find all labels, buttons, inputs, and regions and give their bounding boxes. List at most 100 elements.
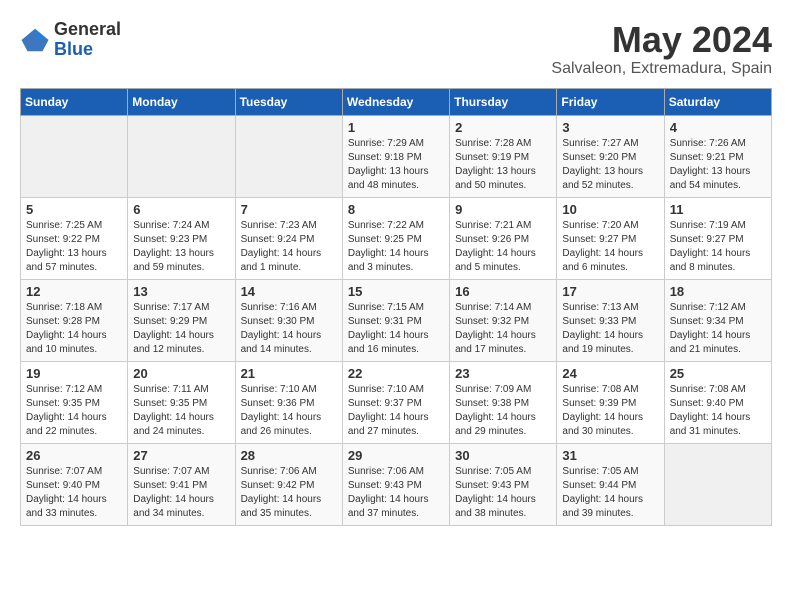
day-info: Sunrise: 7:05 AM Sunset: 9:44 PM Dayligh… xyxy=(562,466,643,519)
day-number: 27 xyxy=(133,448,229,463)
day-number: 15 xyxy=(348,284,444,299)
calendar-cell: 4 Sunrise: 7:26 AM Sunset: 9:21 PM Daylig… xyxy=(664,115,771,197)
calendar-cell: 13 Sunrise: 7:17 AM Sunset: 9:29 PM Dayli… xyxy=(128,279,235,361)
calendar-week-2: 5 Sunrise: 7:25 AM Sunset: 9:22 PM Daylig… xyxy=(21,197,772,279)
calendar-cell: 9 Sunrise: 7:21 AM Sunset: 9:26 PM Daylig… xyxy=(450,197,557,279)
calendar-body: 1 Sunrise: 7:29 AM Sunset: 9:18 PM Daylig… xyxy=(21,115,772,525)
logo-icon xyxy=(20,25,50,55)
day-number: 1 xyxy=(348,120,444,135)
calendar-cell: 22 Sunrise: 7:10 AM Sunset: 9:37 PM Dayli… xyxy=(342,361,449,443)
calendar-cell: 26 Sunrise: 7:07 AM Sunset: 9:40 PM Dayli… xyxy=(21,443,128,525)
day-info: Sunrise: 7:29 AM Sunset: 9:18 PM Dayligh… xyxy=(348,138,429,191)
calendar-cell: 1 Sunrise: 7:29 AM Sunset: 9:18 PM Daylig… xyxy=(342,115,449,197)
day-info: Sunrise: 7:14 AM Sunset: 9:32 PM Dayligh… xyxy=(455,302,536,355)
day-number: 29 xyxy=(348,448,444,463)
calendar-cell xyxy=(235,115,342,197)
column-header-sunday: Sunday xyxy=(21,88,128,115)
day-info: Sunrise: 7:17 AM Sunset: 9:29 PM Dayligh… xyxy=(133,302,214,355)
day-number: 3 xyxy=(562,120,658,135)
calendar-cell: 12 Sunrise: 7:18 AM Sunset: 9:28 PM Dayli… xyxy=(21,279,128,361)
logo-blue-text: Blue xyxy=(54,40,121,60)
day-info: Sunrise: 7:25 AM Sunset: 9:22 PM Dayligh… xyxy=(26,220,107,273)
day-info: Sunrise: 7:16 AM Sunset: 9:30 PM Dayligh… xyxy=(241,302,322,355)
day-number: 31 xyxy=(562,448,658,463)
day-info: Sunrise: 7:09 AM Sunset: 9:38 PM Dayligh… xyxy=(455,384,536,437)
day-number: 10 xyxy=(562,202,658,217)
day-info: Sunrise: 7:28 AM Sunset: 9:19 PM Dayligh… xyxy=(455,138,536,191)
day-number: 6 xyxy=(133,202,229,217)
calendar-cell: 14Sunrise: 7:16 AM Sunset: 9:30 PM Dayli… xyxy=(235,279,342,361)
calendar-cell xyxy=(21,115,128,197)
column-header-thursday: Thursday xyxy=(450,88,557,115)
calendar-cell: 5 Sunrise: 7:25 AM Sunset: 9:22 PM Daylig… xyxy=(21,197,128,279)
day-number: 2 xyxy=(455,120,551,135)
calendar-table: SundayMondayTuesdayWednesdayThursdayFrid… xyxy=(20,88,772,526)
day-number: 9 xyxy=(455,202,551,217)
calendar-cell: 27Sunrise: 7:07 AM Sunset: 9:41 PM Dayli… xyxy=(128,443,235,525)
calendar-cell: 7Sunrise: 7:23 AM Sunset: 9:24 PM Daylig… xyxy=(235,197,342,279)
day-info: Sunrise: 7:21 AM Sunset: 9:26 PM Dayligh… xyxy=(455,220,536,273)
day-number: 8 xyxy=(348,202,444,217)
day-info: Sunrise: 7:12 AM Sunset: 9:34 PM Dayligh… xyxy=(670,302,751,355)
location-title: Salvaleon, Extremadura, Spain xyxy=(551,60,772,78)
calendar-cell: 23Sunrise: 7:09 AM Sunset: 9:38 PM Dayli… xyxy=(450,361,557,443)
day-number: 21 xyxy=(241,366,337,381)
day-number: 24 xyxy=(562,366,658,381)
day-number: 13 xyxy=(133,284,229,299)
calendar-cell: 31 Sunrise: 7:05 AM Sunset: 9:44 PM Dayli… xyxy=(557,443,664,525)
day-number: 16 xyxy=(455,284,551,299)
calendar-cell: 30Sunrise: 7:05 AM Sunset: 9:43 PM Dayli… xyxy=(450,443,557,525)
calendar-cell: 19 Sunrise: 7:12 AM Sunset: 9:35 PM Dayli… xyxy=(21,361,128,443)
calendar-cell: 25Sunrise: 7:08 AM Sunset: 9:40 PM Dayli… xyxy=(664,361,771,443)
day-number: 12 xyxy=(26,284,122,299)
day-info: Sunrise: 7:13 AM Sunset: 9:33 PM Dayligh… xyxy=(562,302,643,355)
day-number: 4 xyxy=(670,120,766,135)
day-info: Sunrise: 7:15 AM Sunset: 9:31 PM Dayligh… xyxy=(348,302,429,355)
day-info: Sunrise: 7:24 AM Sunset: 9:23 PM Dayligh… xyxy=(133,220,214,273)
day-number: 26 xyxy=(26,448,122,463)
day-number: 5 xyxy=(26,202,122,217)
calendar-cell xyxy=(128,115,235,197)
calendar-cell: 8 Sunrise: 7:22 AM Sunset: 9:25 PM Daylig… xyxy=(342,197,449,279)
logo: General Blue xyxy=(20,20,121,60)
calendar-cell: 6 Sunrise: 7:24 AM Sunset: 9:23 PM Daylig… xyxy=(128,197,235,279)
day-number: 20 xyxy=(133,366,229,381)
day-info: Sunrise: 7:12 AM Sunset: 9:35 PM Dayligh… xyxy=(26,384,107,437)
day-info: Sunrise: 7:19 AM Sunset: 9:27 PM Dayligh… xyxy=(670,220,751,273)
calendar-cell: 18 Sunrise: 7:12 AM Sunset: 9:34 PM Dayli… xyxy=(664,279,771,361)
day-number: 22 xyxy=(348,366,444,381)
calendar-cell: 11Sunrise: 7:19 AM Sunset: 9:27 PM Dayli… xyxy=(664,197,771,279)
day-info: Sunrise: 7:26 AM Sunset: 9:21 PM Dayligh… xyxy=(670,138,751,191)
day-info: Sunrise: 7:22 AM Sunset: 9:25 PM Dayligh… xyxy=(348,220,429,273)
calendar-cell xyxy=(664,443,771,525)
header-row: SundayMondayTuesdayWednesdayThursdayFrid… xyxy=(21,88,772,115)
day-number: 7 xyxy=(241,202,337,217)
calendar-cell: 28Sunrise: 7:06 AM Sunset: 9:42 PM Dayli… xyxy=(235,443,342,525)
day-info: Sunrise: 7:10 AM Sunset: 9:37 PM Dayligh… xyxy=(348,384,429,437)
calendar-cell: 29Sunrise: 7:06 AM Sunset: 9:43 PM Dayli… xyxy=(342,443,449,525)
title-block: May 2024 Salvaleon, Extremadura, Spain xyxy=(551,20,772,78)
day-number: 18 xyxy=(670,284,766,299)
calendar-cell: 17Sunrise: 7:13 AM Sunset: 9:33 PM Dayli… xyxy=(557,279,664,361)
calendar-cell: 3Sunrise: 7:27 AM Sunset: 9:20 PM Daylig… xyxy=(557,115,664,197)
day-info: Sunrise: 7:10 AM Sunset: 9:36 PM Dayligh… xyxy=(241,384,322,437)
calendar-week-1: 1 Sunrise: 7:29 AM Sunset: 9:18 PM Daylig… xyxy=(21,115,772,197)
day-number: 19 xyxy=(26,366,122,381)
calendar-week-3: 12 Sunrise: 7:18 AM Sunset: 9:28 PM Dayli… xyxy=(21,279,772,361)
day-info: Sunrise: 7:05 AM Sunset: 9:43 PM Dayligh… xyxy=(455,466,536,519)
calendar-cell: 15 Sunrise: 7:15 AM Sunset: 9:31 PM Dayli… xyxy=(342,279,449,361)
calendar-week-4: 19 Sunrise: 7:12 AM Sunset: 9:35 PM Dayli… xyxy=(21,361,772,443)
column-header-monday: Monday xyxy=(128,88,235,115)
calendar-cell: 20Sunrise: 7:11 AM Sunset: 9:35 PM Dayli… xyxy=(128,361,235,443)
day-info: Sunrise: 7:07 AM Sunset: 9:40 PM Dayligh… xyxy=(26,466,107,519)
page-header: General Blue May 2024 Salvaleon, Extrema… xyxy=(20,20,772,78)
calendar-cell: 24 Sunrise: 7:08 AM Sunset: 9:39 PM Dayli… xyxy=(557,361,664,443)
calendar-week-5: 26 Sunrise: 7:07 AM Sunset: 9:40 PM Dayli… xyxy=(21,443,772,525)
calendar-cell: 10Sunrise: 7:20 AM Sunset: 9:27 PM Dayli… xyxy=(557,197,664,279)
day-number: 28 xyxy=(241,448,337,463)
day-info: Sunrise: 7:08 AM Sunset: 9:39 PM Dayligh… xyxy=(562,384,643,437)
day-info: Sunrise: 7:18 AM Sunset: 9:28 PM Dayligh… xyxy=(26,302,107,355)
calendar-cell: 2 Sunrise: 7:28 AM Sunset: 9:19 PM Daylig… xyxy=(450,115,557,197)
calendar-cell: 21 Sunrise: 7:10 AM Sunset: 9:36 PM Dayli… xyxy=(235,361,342,443)
calendar-header: SundayMondayTuesdayWednesdayThursdayFrid… xyxy=(21,88,772,115)
